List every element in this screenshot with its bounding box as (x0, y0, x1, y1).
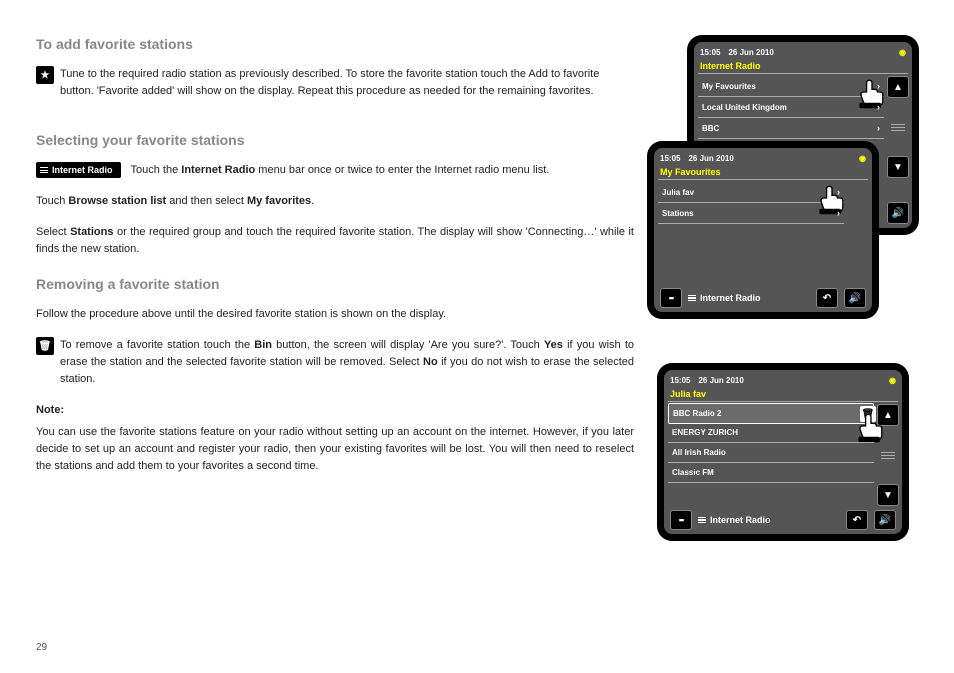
heading-remove-favorite: Removing a favorite station (36, 276, 634, 292)
status-bar: 15:05 26 Jun 2010 ◉ (668, 374, 898, 389)
chip-label: Internet Radio (52, 165, 113, 175)
volume-button[interactable]: 🔊 (887, 202, 909, 224)
list-item[interactable]: Local United Kingdom› (698, 97, 884, 118)
screen-title: Julia fav (668, 389, 898, 402)
back-button[interactable]: ↶ (846, 510, 868, 530)
back-button[interactable]: ↶ (816, 288, 838, 308)
status-time: 15:05 (670, 376, 690, 385)
wifi-icon: ◉ (859, 154, 866, 163)
side-buttons: ▲ ▼ 🔊 (888, 76, 908, 224)
para-add: ★ Tune to the required radio station as … (36, 66, 634, 114)
document-body: To add favorite stations ★ Tune to the r… (36, 36, 634, 540)
para-remove-2-text: To remove a favorite station touch the B… (60, 337, 634, 388)
screen-title: My Favourites (658, 167, 868, 180)
status-bar: 15:05 26 Jun 2010 ◉ (658, 152, 868, 167)
hamburger-icon (698, 517, 706, 523)
scroll-indicator (880, 450, 896, 460)
list-item[interactable]: BBC› (698, 118, 884, 139)
apps-button[interactable]: ▪▪ (660, 288, 682, 308)
list-item[interactable]: ENERGY ZURICH (668, 423, 874, 443)
list-item[interactable]: Classic FM (668, 463, 874, 483)
volume-button[interactable]: 🔊 (874, 510, 896, 530)
scroll-up-button[interactable]: ▲ (877, 404, 899, 426)
status-date: 26 Jun 2010 (728, 48, 773, 57)
wifi-icon: ◉ (899, 48, 906, 57)
note-label: Note: (36, 402, 634, 419)
list-item-selected[interactable]: BBC Radio 2 🗑 (668, 403, 874, 424)
scroll-down-button[interactable]: ▼ (877, 484, 899, 506)
side-buttons: ▲ ▼ (878, 404, 898, 506)
chevron-right-icon: › (837, 208, 840, 218)
chevron-right-icon: › (877, 123, 880, 133)
para-select-1: Internet Radio Touch the Internet Radio … (36, 162, 634, 193)
chevron-right-icon: › (877, 102, 880, 112)
page-number: 29 (36, 642, 47, 653)
screen-title: Internet Radio (698, 61, 908, 74)
para-select-2: Touch Browse station list and then selec… (36, 193, 634, 210)
star-icon: ★ (36, 66, 54, 84)
para-select-1-text: Touch the Internet Radio menu bar once o… (131, 162, 634, 179)
screenshots-column: 15:05 26 Jun 2010 ◉ Internet Radio My Fa… (658, 36, 918, 540)
scroll-indicator (890, 122, 906, 132)
volume-button[interactable]: 🔊 (844, 288, 866, 308)
bin-icon: 🗑 (36, 337, 54, 355)
status-bar: 15:05 26 Jun 2010 ◉ (698, 46, 908, 61)
menu-list: Julia fav› Stations› (658, 182, 844, 284)
list-item[interactable]: All Irish Radio (668, 443, 874, 463)
status-date: 26 Jun 2010 (698, 376, 743, 385)
wifi-icon: ◉ (889, 376, 896, 385)
menu-list: BBC Radio 2 🗑 ENERGY ZURICH All Irish Ra… (668, 404, 874, 506)
para-remove-1: Follow the procedure above until the des… (36, 306, 634, 323)
para-select-3: Select Stations or the required group an… (36, 224, 634, 258)
list-item[interactable]: My Favourites› (698, 76, 884, 97)
chevron-right-icon: › (877, 81, 880, 91)
scroll-up-button[interactable]: ▲ (887, 76, 909, 98)
para-remove-2: 🗑 To remove a favorite station touch the… (36, 337, 634, 402)
status-time: 15:05 (660, 154, 680, 163)
bottom-bar-label[interactable]: Internet Radio (688, 293, 810, 303)
bottom-bar: ▪▪ Internet Radio ↶ 🔊 (658, 284, 868, 308)
apps-button[interactable]: ▪▪ (670, 510, 692, 530)
note-body: You can use the favorite stations featur… (36, 424, 634, 475)
heading-add-favorites: To add favorite stations (36, 36, 634, 52)
heading-select-favorites: Selecting your favorite stations (36, 132, 634, 148)
chevron-right-icon: › (837, 187, 840, 197)
status-date: 26 Jun 2010 (688, 154, 733, 163)
status-time: 15:05 (700, 48, 720, 57)
internet-radio-menu-chip: Internet Radio (36, 162, 121, 178)
bottom-bar-label[interactable]: Internet Radio (698, 515, 840, 525)
hamburger-icon (688, 295, 696, 301)
list-item[interactable]: Stations› (658, 203, 844, 224)
bin-icon[interactable]: 🗑 (860, 406, 876, 422)
hamburger-icon (40, 166, 48, 174)
device-screen-2: 15:05 26 Jun 2010 ◉ My Favourites Julia … (648, 142, 878, 318)
para-add-text: Tune to the required radio station as pr… (60, 66, 634, 100)
device-screen-3: 15:05 26 Jun 2010 ◉ Julia fav BBC Radio … (658, 364, 908, 540)
bottom-bar: ▪▪ Internet Radio ↶ 🔊 (668, 506, 898, 530)
screenshot-stack-top: 15:05 26 Jun 2010 ◉ Internet Radio My Fa… (658, 36, 918, 336)
list-item[interactable]: Julia fav› (658, 182, 844, 203)
scroll-down-button[interactable]: ▼ (887, 156, 909, 178)
